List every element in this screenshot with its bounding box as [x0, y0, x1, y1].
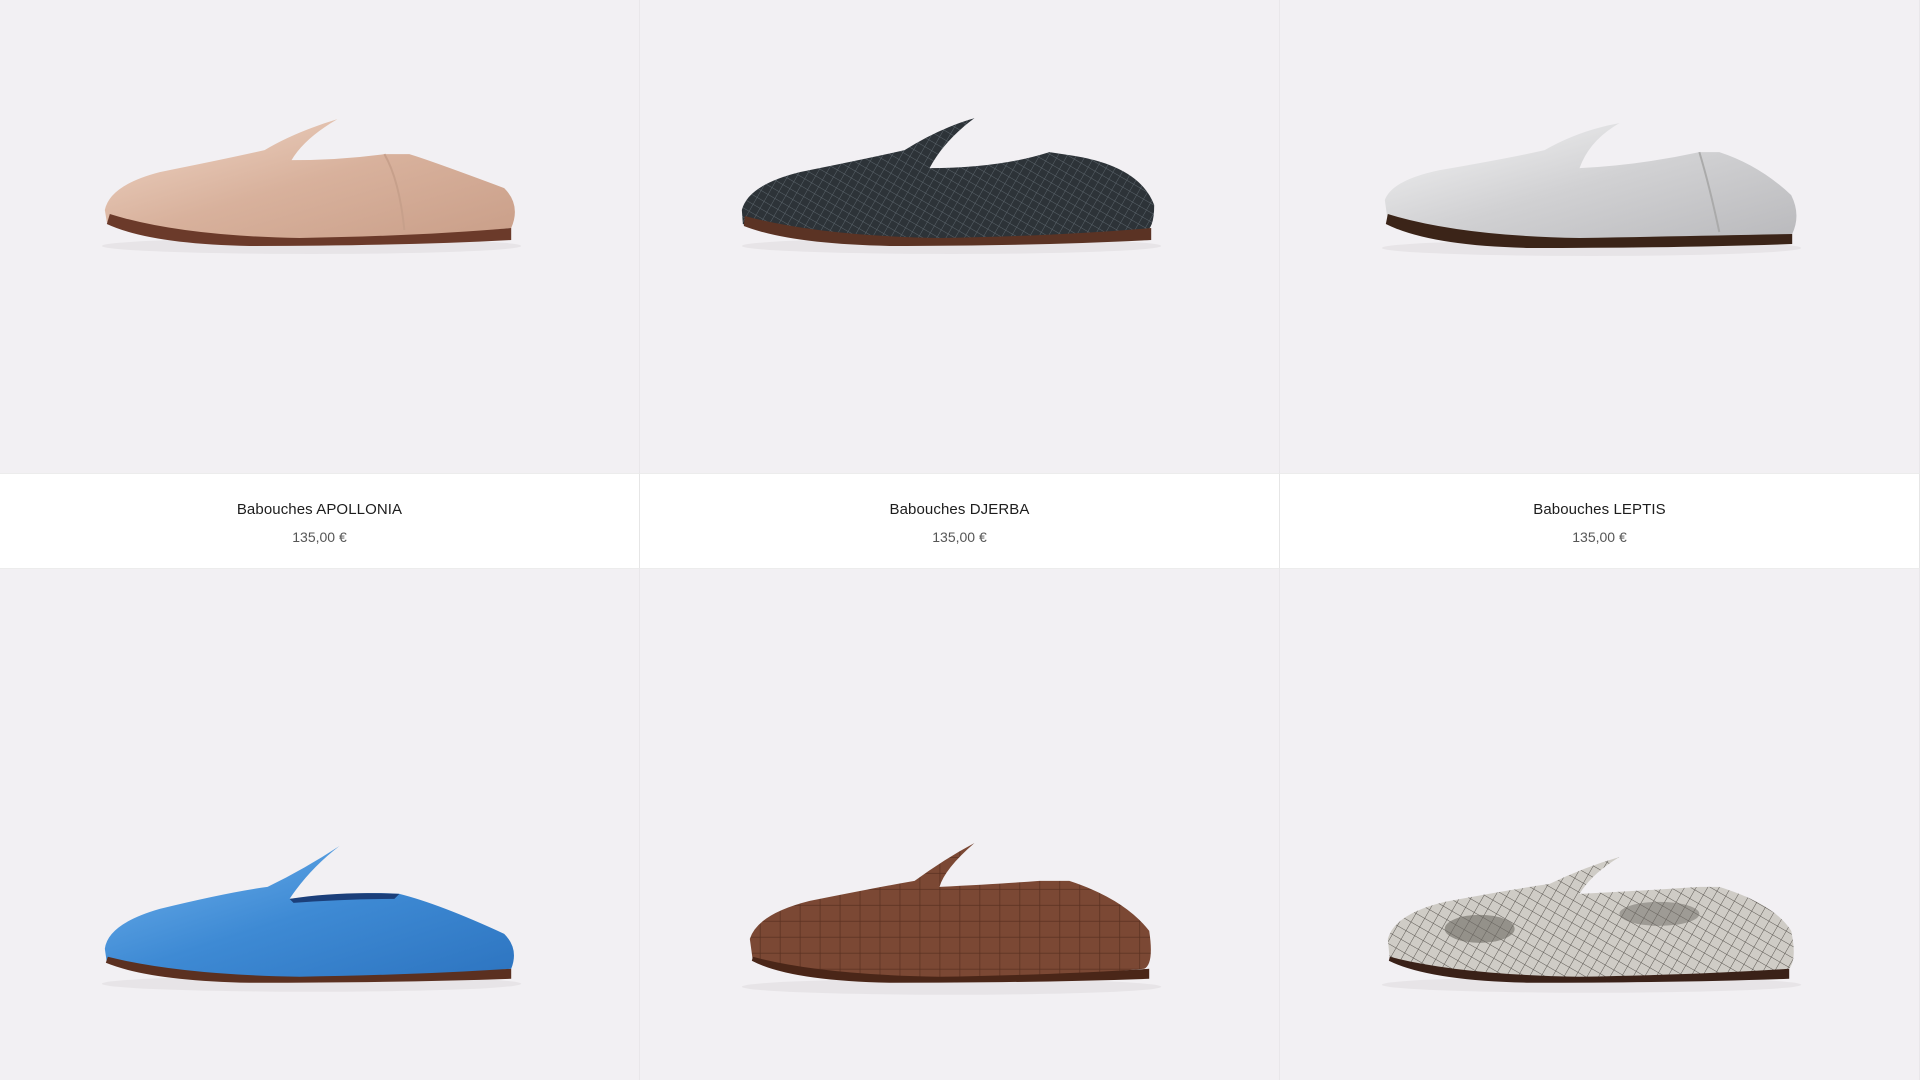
product-image-apollonia[interactable]	[0, 0, 640, 473]
silver-babouche-icon	[1381, 123, 1802, 256]
product-price: 135,00 €	[932, 529, 987, 545]
product-image-brown[interactable]	[640, 569, 1280, 1080]
python-print-babouche-icon	[1381, 856, 1802, 993]
product-card-apollonia[interactable]: Babouches APOLLONIA 135,00 €	[0, 473, 640, 569]
product-name: Babouches LEPTIS	[1533, 501, 1666, 518]
blue-babouche-icon	[101, 845, 522, 992]
product-image-python[interactable]	[1280, 569, 1920, 1080]
rose-gold-babouche-icon	[101, 119, 522, 254]
product-name: Babouches DJERBA	[889, 501, 1030, 518]
product-price: 135,00 €	[292, 529, 347, 545]
product-card-leptis[interactable]: Babouches LEPTIS 135,00 €	[1280, 473, 1920, 569]
product-image-blue[interactable]	[0, 569, 640, 1080]
product-image-leptis[interactable]	[1280, 0, 1920, 473]
brown-croc-babouche-icon	[741, 842, 1162, 995]
product-image-djerba[interactable]	[640, 0, 1280, 473]
black-snakeskin-babouche-icon	[741, 118, 1162, 254]
product-grid: Babouches APOLLONIA 135,00 € Babouches D…	[0, 0, 1920, 1080]
product-name: Babouches APOLLONIA	[236, 501, 403, 518]
product-price: 135,00 €	[1572, 529, 1627, 545]
product-card-djerba[interactable]: Babouches DJERBA 135,00 €	[640, 473, 1280, 569]
